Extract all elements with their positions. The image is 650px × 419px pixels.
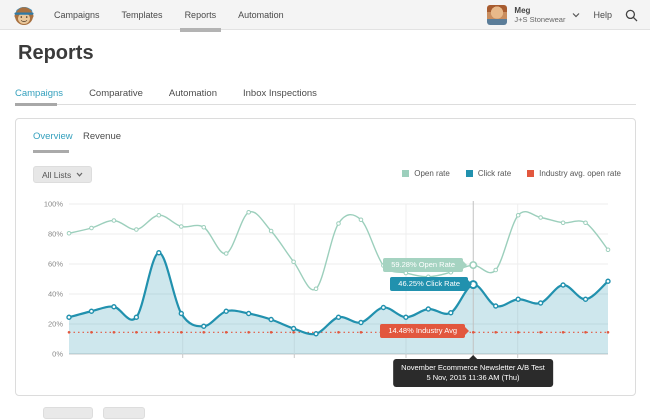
click-rate-tooltip: 46.25% Click Rate <box>390 277 468 291</box>
svg-text:80%: 80% <box>48 230 63 239</box>
campaign-datetime: 5 Nov, 2015 11:36 AM (Thu) <box>401 373 545 383</box>
svg-text:60%: 60% <box>48 260 63 269</box>
mailchimp-logo-icon[interactable] <box>13 4 35 26</box>
bottom-button-1[interactable] <box>43 407 93 419</box>
svg-text:0%: 0% <box>52 350 63 359</box>
search-icon[interactable] <box>625 9 638 22</box>
report-tabs: Campaigns Comparative Automation Inbox I… <box>15 88 317 99</box>
active-nav-indicator <box>180 28 222 32</box>
tab-campaigns[interactable]: Campaigns <box>15 88 63 99</box>
top-nav-bar: Campaigns Templates Reports Automation M… <box>0 0 650 30</box>
tab-automation[interactable]: Automation <box>169 88 217 99</box>
help-link[interactable]: Help <box>593 10 612 20</box>
avatar[interactable] <box>487 5 507 25</box>
page-title: Reports <box>18 42 94 65</box>
open-rate-tooltip: 59.28% Open Rate <box>383 258 463 272</box>
user-name: Meg <box>514 6 565 15</box>
industry-avg-tooltip: 14.48% Industry Avg <box>380 324 465 338</box>
campaign-performance-chart[interactable]: 100% 80% 60% 40% 20% 0% <box>16 119 637 397</box>
nav-item-templates[interactable]: Templates <box>120 0 165 30</box>
nav-item-campaigns[interactable]: Campaigns <box>52 0 102 30</box>
nav-right-cluster: Meg J+S Stonewear Help <box>487 0 638 30</box>
chevron-down-icon <box>572 12 580 18</box>
svg-text:100%: 100% <box>44 200 64 209</box>
nav-item-automation[interactable]: Automation <box>236 0 286 30</box>
svg-text:40%: 40% <box>48 290 63 299</box>
tab-comparative[interactable]: Comparative <box>89 88 143 99</box>
bottom-button-2[interactable] <box>103 407 145 419</box>
campaign-name: November Ecommerce Newsletter A/B Test <box>401 363 545 373</box>
tab-inbox-inspections[interactable]: Inbox Inspections <box>243 88 317 99</box>
overview-card: Overview Revenue All Lists Open rate Cli… <box>15 118 636 396</box>
user-menu[interactable]: Meg J+S Stonewear <box>487 5 580 25</box>
campaign-hover-tooltip: November Ecommerce Newsletter A/B Test 5… <box>393 359 553 387</box>
nav-item-reports[interactable]: Reports <box>183 0 219 30</box>
tabs-divider <box>15 104 636 105</box>
active-tab-underline <box>15 103 57 106</box>
user-account: J+S Stonewear <box>514 15 565 24</box>
primary-nav: Campaigns Templates Reports Automation <box>0 0 286 30</box>
svg-text:20%: 20% <box>48 320 63 329</box>
